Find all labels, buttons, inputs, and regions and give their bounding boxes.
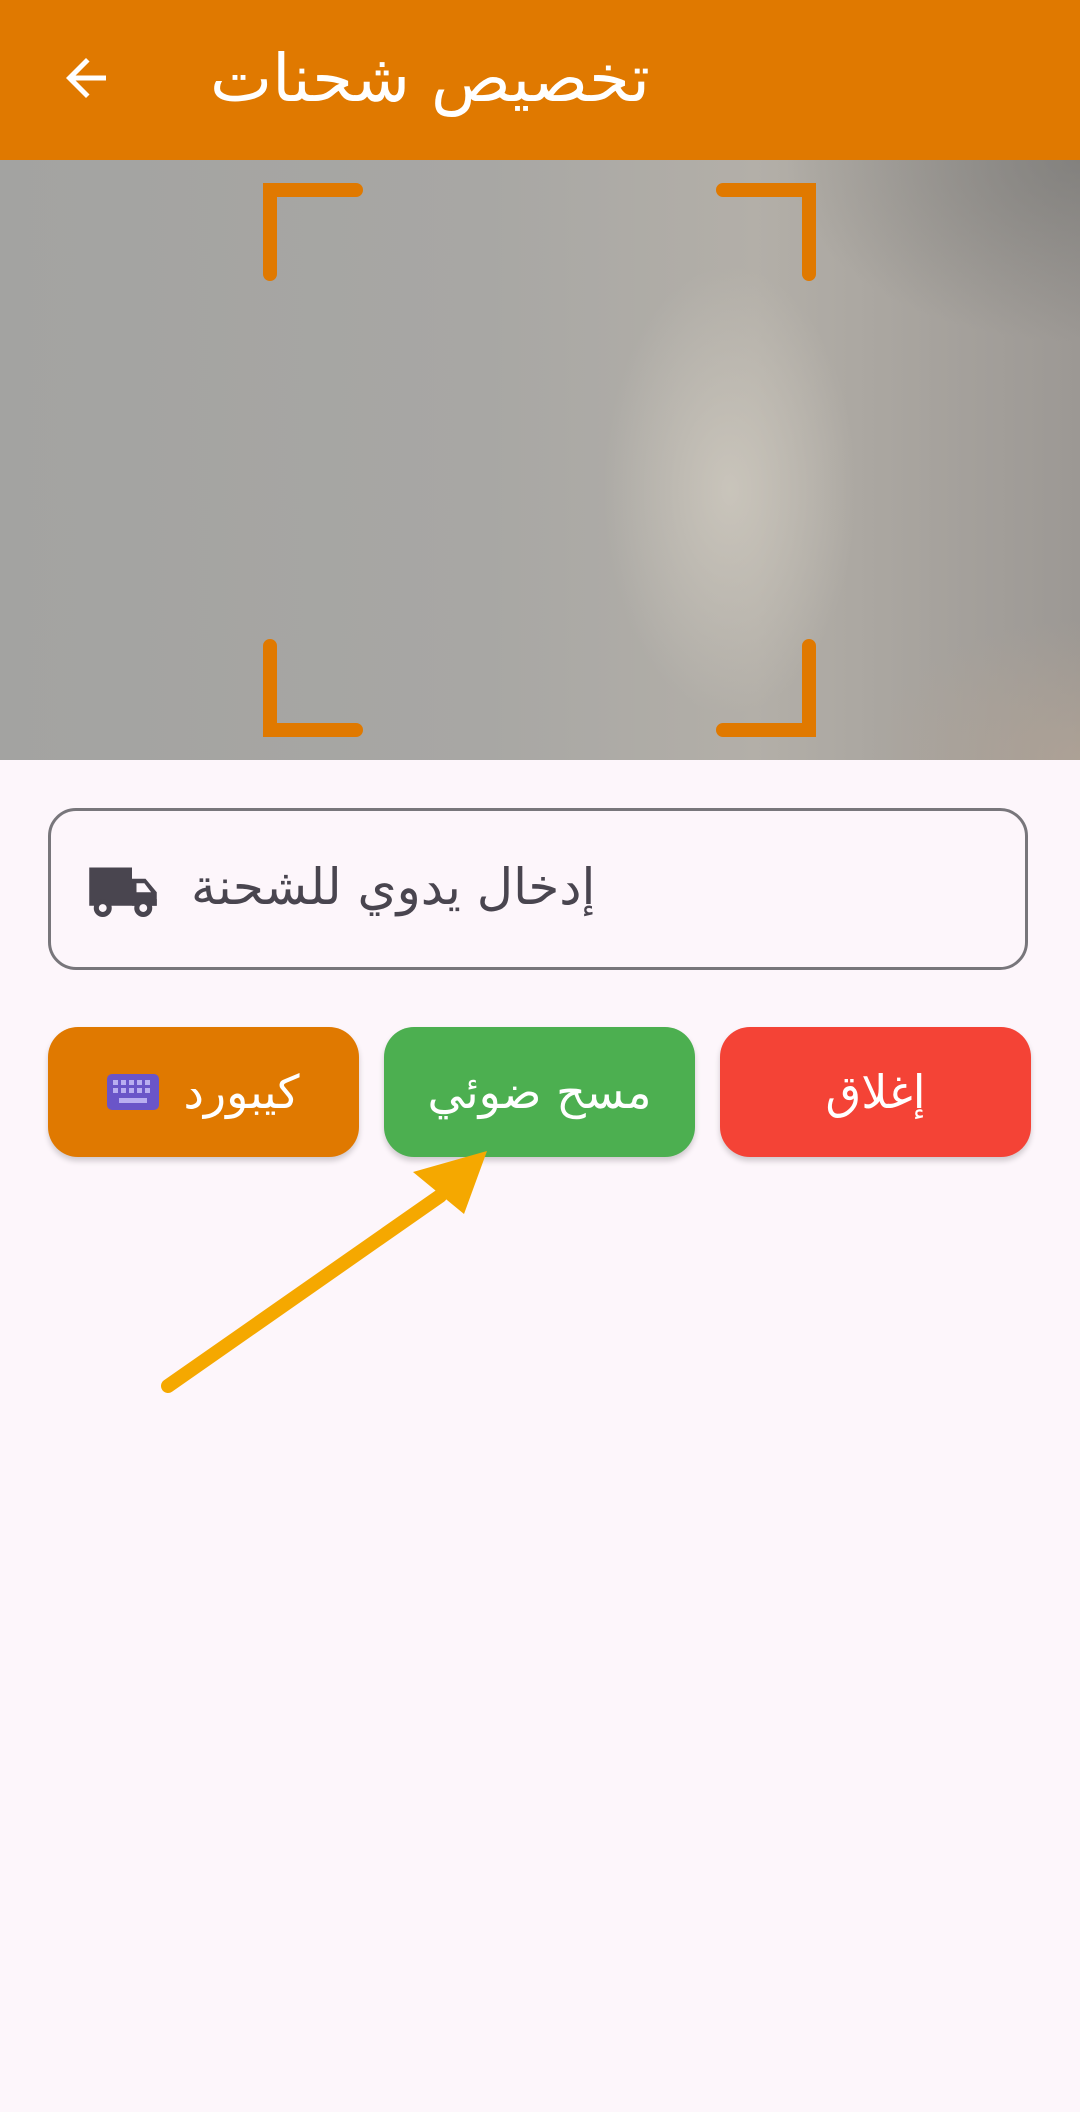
annotation-arrow <box>161 1151 487 1393</box>
